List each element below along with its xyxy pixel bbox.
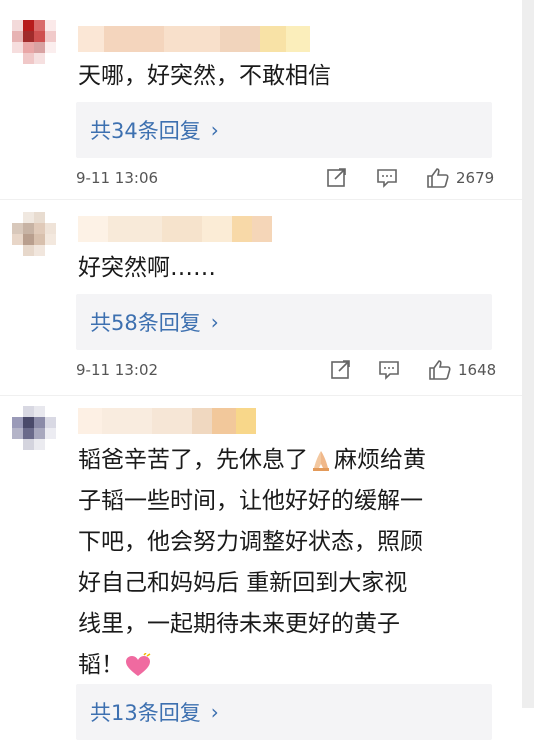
view-replies-button[interactable]: 共13条回复 › [76,684,492,740]
username-blurred[interactable] [78,26,310,52]
scrollbar-track[interactable] [522,0,534,708]
chevron-right-icon: › [210,700,219,724]
view-replies-button[interactable]: 共34条回复 › [76,102,492,158]
share-icon[interactable] [326,166,348,190]
comment-item: 天哪，好突然，不敢相信 共34条回复 › 9-11 13:06 2679 [0,0,522,200]
chevron-right-icon: › [210,118,219,142]
avatar[interactable] [12,212,56,256]
chevron-right-icon: › [210,310,219,334]
comment-icon[interactable] [376,166,398,190]
thumbs-up-icon[interactable] [426,166,450,190]
thumbs-up-icon[interactable] [428,358,452,382]
heart-emoji [126,652,151,676]
username-blurred[interactable] [78,216,272,242]
comment-icon[interactable] [378,358,400,382]
avatar[interactable] [12,406,56,450]
username-blurred[interactable] [78,408,256,434]
timestamp: 9-11 13:02 [76,361,159,379]
replies-label: 共58条回复 [90,311,201,335]
like-count: 1648 [458,361,497,379]
comment-meta: 9-11 13:06 2679 [76,166,496,190]
comment-text: 好突然啊…… [78,255,216,281]
comment-text: 天哪，好突然，不敢相信 [78,63,331,89]
comment-text: 韬爸辛苦了，先休息了 麻烦给黄 子韬一些时间，让他好好的缓解一 下吧，他会努力调… [78,447,426,678]
share-icon[interactable] [330,358,352,382]
comment-item: 好突然啊…… 共58条回复 › 9-11 13:02 1648 [0,200,522,396]
replies-label: 共13条回复 [90,701,201,725]
timestamp: 9-11 13:06 [76,169,159,187]
like-count: 2679 [456,169,495,187]
comment-item: 韬爸辛苦了，先休息了 麻烦给黄 子韬一些时间，让他好好的缓解一 下吧，他会努力调… [0,396,522,740]
comment-meta: 9-11 13:02 1648 [76,358,496,382]
replies-label: 共34条回复 [90,119,201,143]
avatar[interactable] [12,20,56,64]
view-replies-button[interactable]: 共58条回复 › [76,294,492,350]
pray-emoji [313,450,329,471]
